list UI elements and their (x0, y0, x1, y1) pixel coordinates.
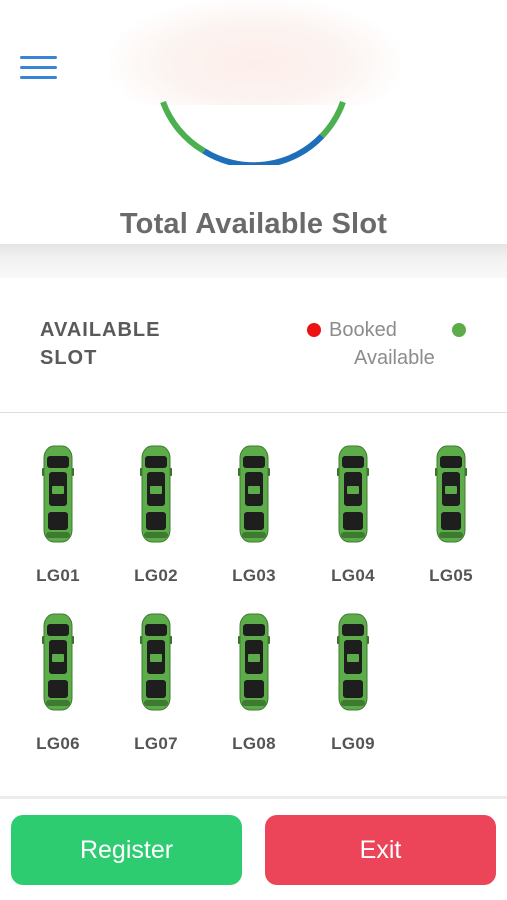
legend-available-label: Available (354, 347, 435, 369)
total-available-slot-title: Total Available Slot (119, 208, 388, 240)
gauge-arc-secondary-right (319, 100, 346, 139)
slot-lg05[interactable]: LG05 (402, 438, 500, 598)
slot-label: LG03 (232, 566, 276, 585)
slot-label: LG07 (134, 734, 178, 753)
menu-bar-top (20, 56, 57, 59)
car-icon (140, 613, 172, 711)
slot-lg06[interactable]: LG06 (9, 606, 107, 766)
car-icon (140, 445, 172, 543)
section-separator (0, 244, 507, 278)
car-icon (435, 445, 467, 543)
slot-label: LG09 (331, 734, 375, 753)
legend-booked-label: Booked (329, 319, 397, 341)
gauge-arc-secondary-left (160, 100, 206, 154)
gauge-arc-primary (202, 133, 325, 165)
slot-legend: Booked Available (300, 318, 480, 378)
slot-label: LG02 (134, 566, 178, 585)
slot-lg04[interactable]: LG04 (304, 438, 402, 598)
slot-lg02[interactable]: LG02 (107, 438, 205, 598)
slot-label: LG08 (232, 734, 276, 753)
divider (0, 412, 507, 413)
car-icon (238, 613, 270, 711)
car-icon (337, 613, 369, 711)
slot-card: AVAILABLE SLOT Booked Available LG01 LG02… (0, 278, 507, 798)
slot-lg09[interactable]: LG09 (304, 606, 402, 766)
menu-bar-middle (20, 66, 57, 69)
car-icon (42, 445, 74, 543)
available-dot-icon (452, 323, 466, 337)
menu-bar-bottom (20, 76, 57, 79)
slot-label: LG06 (36, 734, 80, 753)
car-icon (42, 613, 74, 711)
slot-label: LG05 (429, 566, 473, 585)
exit-button[interactable]: Exit (265, 815, 496, 885)
register-button[interactable]: Register (11, 815, 242, 885)
footer-divider (0, 796, 507, 799)
available-slot-heading: AVAILABLE SLOT (40, 319, 161, 369)
slot-lg07[interactable]: LG07 (107, 606, 205, 766)
slot-lg01[interactable]: LG01 (9, 438, 107, 598)
availability-gauge (160, 100, 346, 165)
parking-screen: Total Available Slot AVAILABLE SLOT Book… (0, 0, 507, 900)
slot-label: LG01 (36, 566, 80, 585)
car-icon (337, 445, 369, 543)
booked-dot-icon (307, 323, 321, 337)
slot-lg03[interactable]: LG03 (205, 438, 303, 598)
slot-lg08[interactable]: LG08 (205, 606, 303, 766)
slot-label: LG04 (331, 566, 375, 585)
car-icon (238, 445, 270, 543)
hamburger-menu-icon[interactable] (20, 56, 58, 82)
